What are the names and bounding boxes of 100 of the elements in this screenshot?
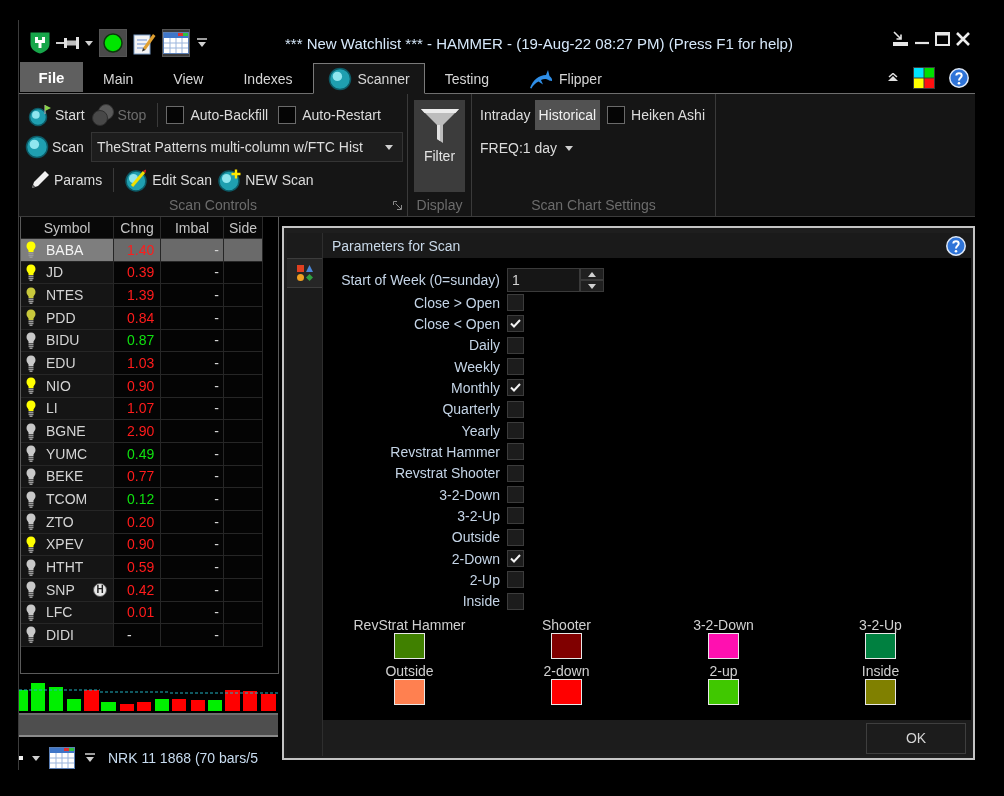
mode-button[interactable]: Historical [534,100,601,130]
column-header[interactable]: Imbal [161,217,224,239]
scan-dropdown[interactable]: TheStrat Patterns multi-column w/FTC Hist [90,132,403,162]
edit-scan-button[interactable]: Edit Scan [122,167,216,193]
caret-down-icon[interactable] [32,755,40,761]
color-swatch[interactable] [394,632,425,659]
pin-icon[interactable] [56,36,79,50]
checkbox[interactable] [507,528,524,546]
color-swatch[interactable] [551,678,582,705]
table-row[interactable]: DIDI - - [21,624,263,647]
change-value: 0.90 [127,377,155,394]
horizontal-scrollbar[interactable] [19,713,278,737]
color-swatch[interactable] [865,678,896,705]
color-grid-icon[interactable] [913,66,935,89]
change-value: 0.01 [127,604,155,621]
help-icon[interactable] [946,235,966,256]
checkbox[interactable] [507,464,524,482]
frequency-dropdown[interactable]: FREQ:1 day [476,136,578,160]
params-button[interactable]: Params [26,167,106,193]
checkbox[interactable] [507,592,524,610]
caret-line-icon[interactable] [84,753,96,763]
tab[interactable]: Indexes [223,63,313,94]
checkbox[interactable] [507,571,524,589]
checkbox[interactable] [507,358,524,376]
checkbox[interactable] [507,400,524,418]
table-row[interactable]: TCOM 0.12 - [21,488,263,511]
table-row[interactable]: EDU 1.03 - [21,352,263,375]
checkbox[interactable] [278,106,297,124]
table-row[interactable]: ZTO 0.20 - [21,510,263,534]
checkbox-label[interactable]: Heiken Ashi [631,107,705,123]
side-tab[interactable] [287,258,322,288]
table-row[interactable]: NIO 0.90 - [21,374,263,398]
checkbox[interactable] [507,315,524,333]
new-scan-button[interactable]: NEW Scan [215,167,317,193]
table-row[interactable]: BABA 1.40 - [21,239,263,262]
volume-bar [49,687,63,711]
tab[interactable]: Flipper [509,63,622,94]
symbol-text: BEKE [46,468,84,485]
tab[interactable]: Main [83,63,154,94]
table-row[interactable]: PDD 0.84 - [21,306,263,330]
help-icon[interactable] [949,67,969,88]
table-row[interactable]: XPEV 0.90 - [21,533,263,557]
checkbox[interactable] [507,336,524,354]
number-field[interactable]: 1 [507,268,580,292]
tab[interactable]: View [153,63,224,94]
column-header[interactable]: Symbol [21,217,114,239]
spin-up-button[interactable] [580,268,604,280]
scan-button[interactable]: Scan [22,134,87,160]
notepad-icon[interactable] [133,31,156,55]
start-button[interactable]: Start [25,102,88,128]
table-row[interactable]: JD 0.39 - [21,261,263,285]
tab[interactable]: Scanner [312,63,425,94]
table-row[interactable]: BEKE 0.77 - [21,465,263,489]
shield-logo-icon[interactable] [30,32,50,54]
checkbox[interactable] [507,422,524,440]
quick-access-button[interactable] [162,29,190,57]
mode-button[interactable]: Intraday [476,100,535,130]
checkbox[interactable] [507,550,524,568]
param-label: 3-2-Up [457,507,500,524]
table-row[interactable]: LI 1.07 - [21,397,263,421]
tab[interactable]: Testing [424,63,509,94]
table-row[interactable]: NTES 1.39 - [21,284,263,307]
table-row[interactable]: YUMC 0.49 - [21,442,263,466]
caret-line-icon[interactable] [196,38,208,48]
checkbox[interactable] [607,106,626,124]
color-swatch[interactable] [708,632,739,659]
close-icon[interactable] [956,32,970,46]
color-swatch[interactable] [394,678,425,705]
color-swatch[interactable] [708,678,739,705]
checkbox[interactable] [166,106,185,124]
caret-down-icon[interactable] [85,40,93,46]
checkbox[interactable] [507,443,524,461]
table-row[interactable]: LFC 0.01 - [21,601,263,625]
table-row[interactable]: BGNE 2.90 - [21,420,263,443]
param-label: 2-Up [469,571,500,588]
symbol-text: TCOM [46,491,88,508]
arrow-to-bar-icon[interactable] [892,31,909,47]
checkbox-label[interactable]: Auto-Restart [302,107,381,123]
checkbox-label[interactable]: Auto-Backfill [190,107,269,123]
file-tab[interactable]: File [20,62,83,92]
color-swatch[interactable] [551,632,582,659]
volume-bar [137,702,151,711]
maximize-icon[interactable] [935,31,950,47]
column-header[interactable]: Chng [114,217,161,239]
table-row[interactable]: BIDU 0.87 - [21,329,263,353]
table-row[interactable]: HTHT 0.59 - [21,556,263,579]
ok-button[interactable]: OK [866,722,966,754]
checkbox[interactable] [507,486,524,504]
checkbox[interactable] [507,294,524,312]
corner-arrow-icon[interactable] [393,200,402,210]
color-swatch[interactable] [865,632,896,659]
chevron-up-icon[interactable] [887,73,899,82]
checkbox[interactable] [507,507,524,525]
quick-access-button[interactable] [99,29,127,57]
filter-button[interactable]: Filter [414,100,465,192]
column-header[interactable]: Side [224,217,263,239]
spin-down-button[interactable] [580,280,604,292]
table-row[interactable]: SNP H 0.42 - [21,578,263,602]
checkbox[interactable] [507,379,524,397]
table-icon[interactable] [49,747,75,769]
